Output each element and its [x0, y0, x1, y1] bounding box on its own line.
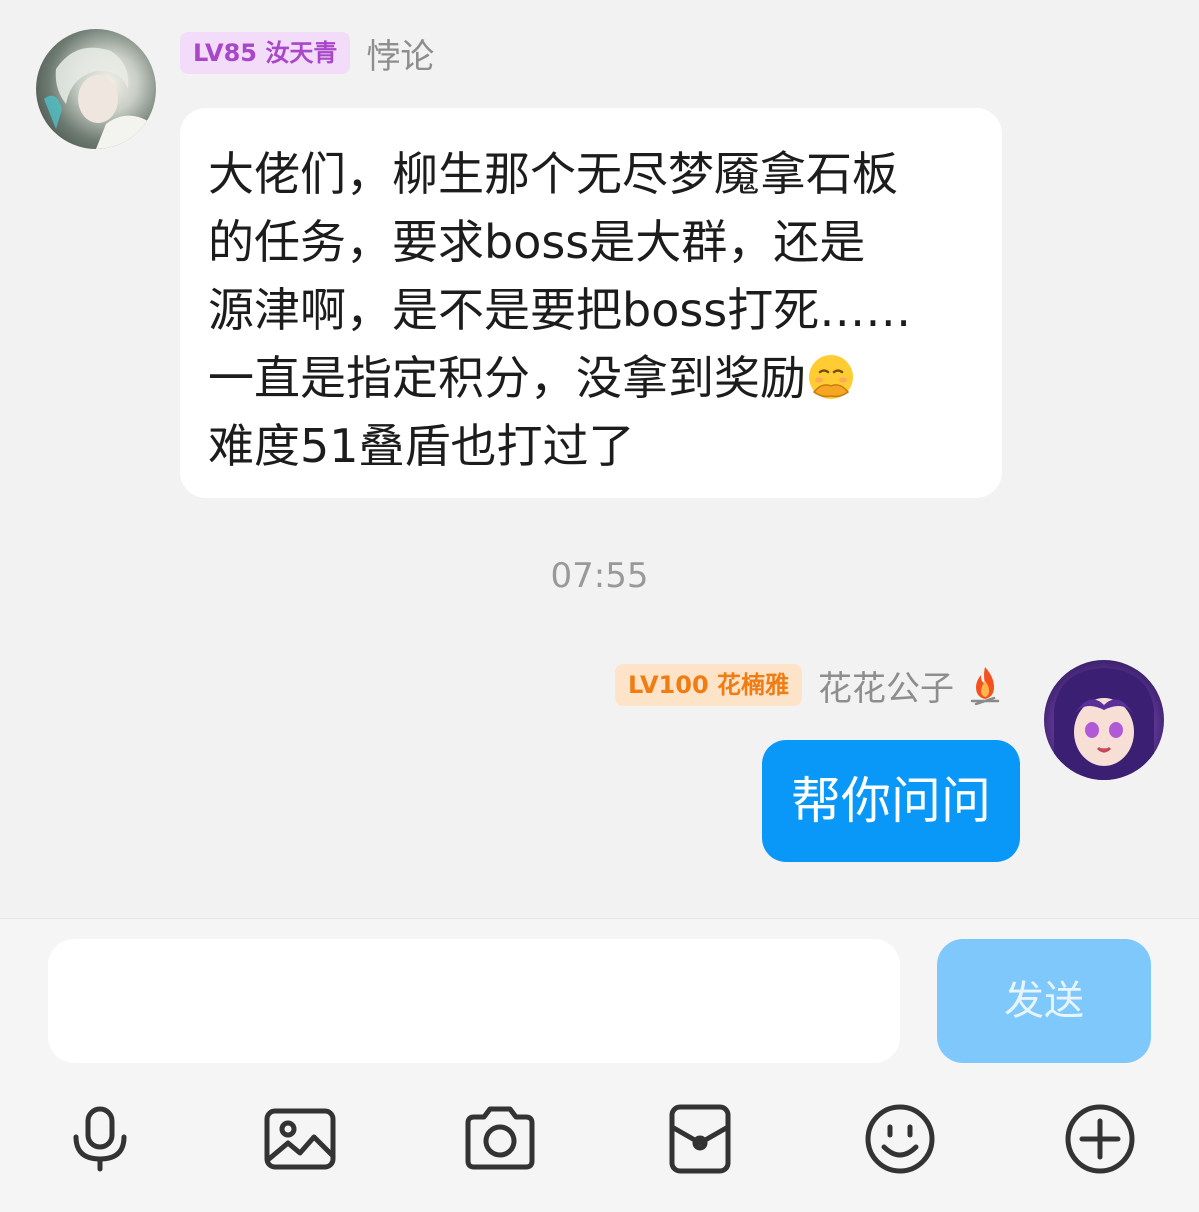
incoming-message-bubble[interactable]: 大佬们，柳生那个无尽梦魇拿石板 的任务，要求boss是大群，还是 源津啊，是不是…: [180, 108, 1002, 498]
chat-area: LV85 汝天青 悖论 大佬们，柳生那个无尽梦魇拿石板 的任务，要求boss是大…: [0, 0, 1199, 918]
message-input[interactable]: [48, 939, 900, 1063]
image-icon[interactable]: [264, 1103, 336, 1175]
message-line: 源津啊，是不是要把boss打死……: [208, 283, 912, 337]
message-line: 的任务，要求boss是大群，还是: [208, 215, 866, 269]
sender-nickname[interactable]: 悖论: [366, 29, 434, 78]
outgoing-message-bubble[interactable]: 帮你问问: [762, 740, 1020, 862]
level-badge: LV100 花楠雅: [614, 664, 802, 706]
plus-icon[interactable]: [1064, 1103, 1136, 1175]
camera-icon[interactable]: [464, 1103, 536, 1175]
face-with-hand-over-mouth-icon: [806, 352, 856, 402]
send-button[interactable]: 发送: [937, 939, 1151, 1063]
self-nickname[interactable]: 花花公子: [818, 661, 954, 710]
self-avatar[interactable]: [1044, 660, 1164, 780]
emoji-icon[interactable]: [864, 1103, 936, 1175]
composer-bar: 发送: [0, 918, 1199, 1212]
message-line-text: 一直是指定积分，没拿到奖励: [208, 351, 806, 405]
message-line: 一直是指定积分，没拿到奖励: [208, 344, 974, 412]
level-badge: LV85 汝天青: [180, 32, 351, 74]
message-line: 难度51叠盾也打过了: [208, 419, 635, 473]
microphone-icon[interactable]: [64, 1103, 136, 1175]
sender-avatar[interactable]: [36, 29, 156, 149]
sender-meta: LV85 汝天青 悖论: [180, 32, 434, 77]
message-timestamp: 07:55: [550, 556, 649, 596]
message-line: 大佬们，柳生那个无尽梦魇拿石板: [208, 147, 898, 201]
red-packet-icon[interactable]: [664, 1103, 736, 1175]
fire-icon: [968, 665, 1002, 706]
self-meta: LV100 花楠雅 花花公子: [614, 661, 1002, 710]
